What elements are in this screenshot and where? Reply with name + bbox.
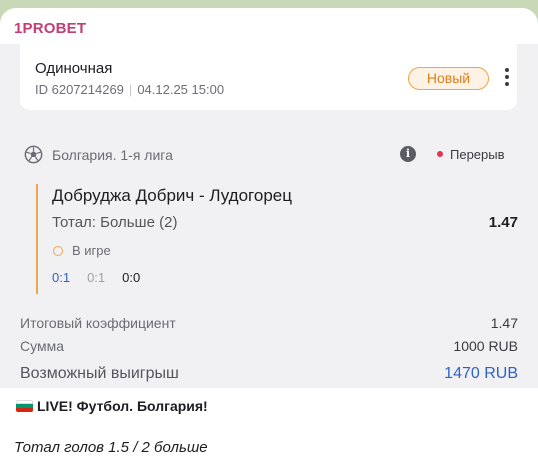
total-odds-value: 1.47 — [490, 315, 518, 331]
message-bubble: 1PROBET Одиночная ID 6207214269 | 04.12.25… — [0, 8, 538, 466]
league-row: Болгария. 1-я лига i Перерыв — [24, 144, 518, 166]
total-odds-label: Итоговый коэффициент — [20, 315, 176, 331]
payout-value: 1470 RUB — [444, 365, 518, 382]
caption-headline: LIVE! Футбол. Болгария! — [37, 398, 208, 414]
meta-divider: | — [128, 82, 133, 97]
live-dot-icon — [437, 151, 443, 157]
channel-name[interactable]: 1PROBET — [14, 20, 86, 37]
in-game-ring-icon — [53, 246, 63, 256]
info-icon[interactable]: i — [400, 146, 416, 162]
match-teams: Добруджа Добрич - Лудогорец — [52, 186, 292, 205]
event-state: В игре — [72, 243, 111, 258]
bulgaria-flag-icon — [16, 400, 33, 412]
score-line: 0:1 0:1 0:0 — [52, 270, 157, 285]
stake-row: Сумма 1000 RUB — [20, 338, 518, 354]
bet-odds: 1.47 — [488, 214, 518, 231]
bet-slip-card: Одиночная ID 6207214269 | 04.12.25 15:00 Н… — [0, 44, 538, 388]
payout-label: Возможный выигрыш — [20, 365, 179, 382]
kebab-menu-icon[interactable] — [498, 66, 516, 90]
stake-value: 1000 RUB — [453, 338, 518, 354]
bet-type: Одиночная — [35, 60, 113, 77]
league-name: Болгария. 1-я лига — [52, 147, 173, 163]
match-status: Перерыв — [450, 147, 505, 162]
ticket-datetime: 04.12.25 15:00 — [137, 82, 225, 97]
status-badge: Новый — [408, 67, 489, 90]
score-first-half: 0:1 — [87, 270, 106, 285]
ticket-meta: ID 6207214269 | 04.12.25 15:00 — [35, 82, 224, 97]
soccer-ball-icon — [24, 145, 43, 164]
caption-headline-line: LIVE! Футбол. Болгария! — [16, 398, 208, 414]
total-odds-row: Итоговый коэффициент 1.47 — [20, 315, 518, 331]
score-current: 0:1 — [52, 270, 71, 285]
score-second-half: 0:0 — [122, 270, 141, 285]
payout-row: Возможный выигрыш 1470 RUB — [20, 365, 518, 383]
stake-label: Сумма — [20, 338, 64, 354]
ticket-id: ID 6207214269 — [35, 82, 124, 97]
bet-market: Тотал: Больше (2) — [52, 214, 178, 231]
ticket-header: Одиночная ID 6207214269 | 04.12.25 15:00 Н… — [20, 44, 517, 110]
caption-note: Тотал голов 1.5 / 2 больше — [14, 439, 208, 456]
event-block: Добруджа Добрич - Лудогорец Тотал: Больш… — [36, 184, 518, 294]
